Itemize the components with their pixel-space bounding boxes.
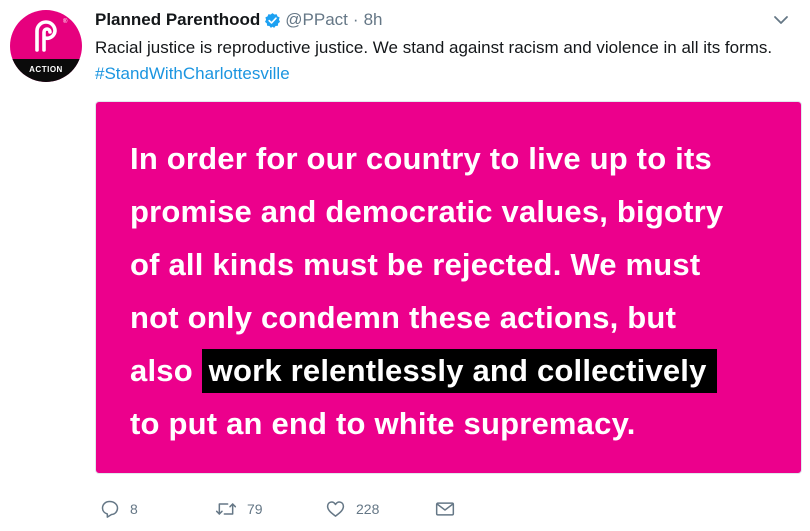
quote-line-1: In order for our country to live up to i…: [130, 141, 712, 176]
reply-icon: [101, 500, 119, 518]
tweet-media-image[interactable]: In order for our country to live up to i…: [95, 101, 802, 474]
quote-line-6: to put an end to white supremacy.: [130, 406, 636, 441]
heart-icon: [326, 501, 345, 517]
verified-badge-icon: [265, 12, 281, 28]
registered-mark: ®: [63, 19, 68, 25]
quote-highlight: work relentlessly and collectively: [201, 349, 717, 393]
retweet-button[interactable]: 79: [215, 494, 263, 524]
account-name[interactable]: Planned Parenthood: [95, 10, 260, 30]
quote-line-4: not only condemn these actions, but: [130, 300, 677, 335]
header-separator: ·: [352, 10, 359, 29]
tweet-body: Racial justice is reproductive justice. …: [95, 38, 773, 57]
tweet-timestamp[interactable]: 8h: [364, 10, 383, 30]
quote-text: In order for our country to live up to i…: [130, 132, 790, 450]
avatar[interactable]: ® ACTION: [10, 10, 82, 82]
tweet-text: Racial justice is reproductive justice. …: [95, 35, 785, 87]
account-handle[interactable]: @PPact: [285, 10, 348, 30]
retweet-icon: [215, 503, 237, 515]
retweet-count: 79: [247, 501, 263, 517]
chevron-down-icon[interactable]: [773, 14, 789, 26]
planned-parenthood-logo-icon: [35, 20, 57, 52]
like-count: 228: [356, 501, 380, 517]
tweet-actions: 8 79 228: [95, 494, 595, 524]
direct-message-button[interactable]: [435, 494, 455, 524]
tweet-header: Planned Parenthood @PPact · 8h: [95, 8, 383, 32]
envelope-icon: [435, 502, 455, 516]
quote-line-5-prefix: also: [130, 353, 202, 388]
quote-line-2: promise and democratic values, bigotry: [130, 194, 724, 229]
reply-count: 8: [130, 501, 138, 517]
quote-line-3: of all kinds must be rejected. We must: [130, 247, 701, 282]
reply-button[interactable]: 8: [100, 494, 138, 524]
hashtag-link[interactable]: #StandWithCharlottesville: [95, 64, 290, 83]
quote-line-5: also work relentlessly and collectively: [130, 344, 790, 397]
avatar-action-label: ACTION: [29, 65, 63, 74]
like-button[interactable]: 228: [325, 494, 379, 524]
